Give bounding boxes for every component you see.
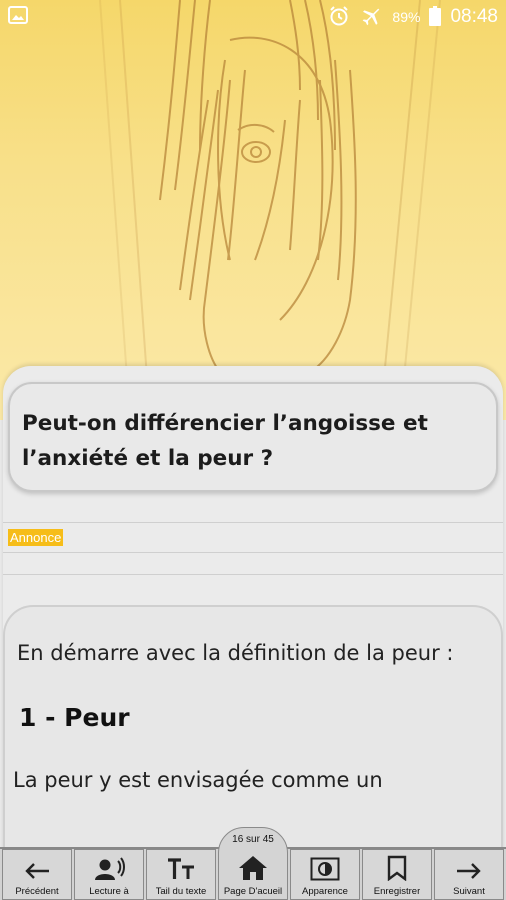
status-bar: 89% 08:48: [0, 0, 506, 34]
speaker-person-icon: [95, 857, 125, 880]
text-size-label: Tail du texte: [155, 886, 207, 897]
article-title: Peut-on différencier l’angoisse et l’anx…: [22, 411, 428, 471]
home-icon: [239, 856, 267, 880]
divider: [3, 574, 503, 575]
divider: [3, 552, 503, 553]
section-heading: 1 - Peur: [19, 703, 130, 732]
read-aloud-button[interactable]: Lecture à: [74, 849, 144, 900]
bottom-navigation: Précédent Lecture à Tail du texte 16 sur…: [0, 827, 506, 900]
face-with-hands-drawing: [99, 0, 441, 420]
intro-paragraph: En démarre avec la définition de la peur…: [17, 641, 454, 665]
next-label: Suivant: [453, 886, 485, 897]
page-counter: 16 sur 45: [232, 834, 274, 845]
read-aloud-label: Lecture à: [89, 886, 129, 897]
gallery-notification-icon: [8, 5, 28, 29]
arrow-right-icon: [457, 863, 481, 879]
home-button[interactable]: 16 sur 45 Page D'acueil: [218, 827, 288, 900]
arrow-left-icon: [25, 863, 49, 879]
appearance-button[interactable]: Apparence: [290, 849, 360, 900]
text-size-button[interactable]: Tail du texte: [146, 849, 216, 900]
alarm-icon: [328, 5, 350, 30]
ad-label: Annonce: [8, 529, 64, 546]
battery-percentage: 89%: [392, 9, 421, 25]
ad-banner[interactable]: Annonce: [3, 522, 503, 584]
body-paragraph: La peur y est envisagée comme un: [13, 768, 383, 792]
text-size-icon: [168, 858, 194, 879]
bookmark-icon: [387, 855, 407, 881]
appearance-label: Apparence: [302, 886, 348, 897]
save-label: Enregistrer: [373, 886, 421, 897]
airplane-mode-icon: [359, 5, 383, 30]
save-button[interactable]: Enregistrer: [362, 849, 432, 900]
home-label: Page D'acueil: [223, 886, 283, 897]
article-title-card: Peut-on différencier l’angoisse et l’anx…: [8, 382, 498, 492]
header-illustration: [0, 0, 506, 420]
brightness-icon: [310, 857, 340, 881]
battery-icon: [429, 5, 442, 29]
previous-button[interactable]: Précédent: [2, 849, 72, 900]
clock: 08:48: [450, 6, 498, 27]
previous-label: Précédent: [15, 886, 59, 897]
next-button[interactable]: Suivant: [434, 849, 504, 900]
divider: [3, 522, 503, 523]
